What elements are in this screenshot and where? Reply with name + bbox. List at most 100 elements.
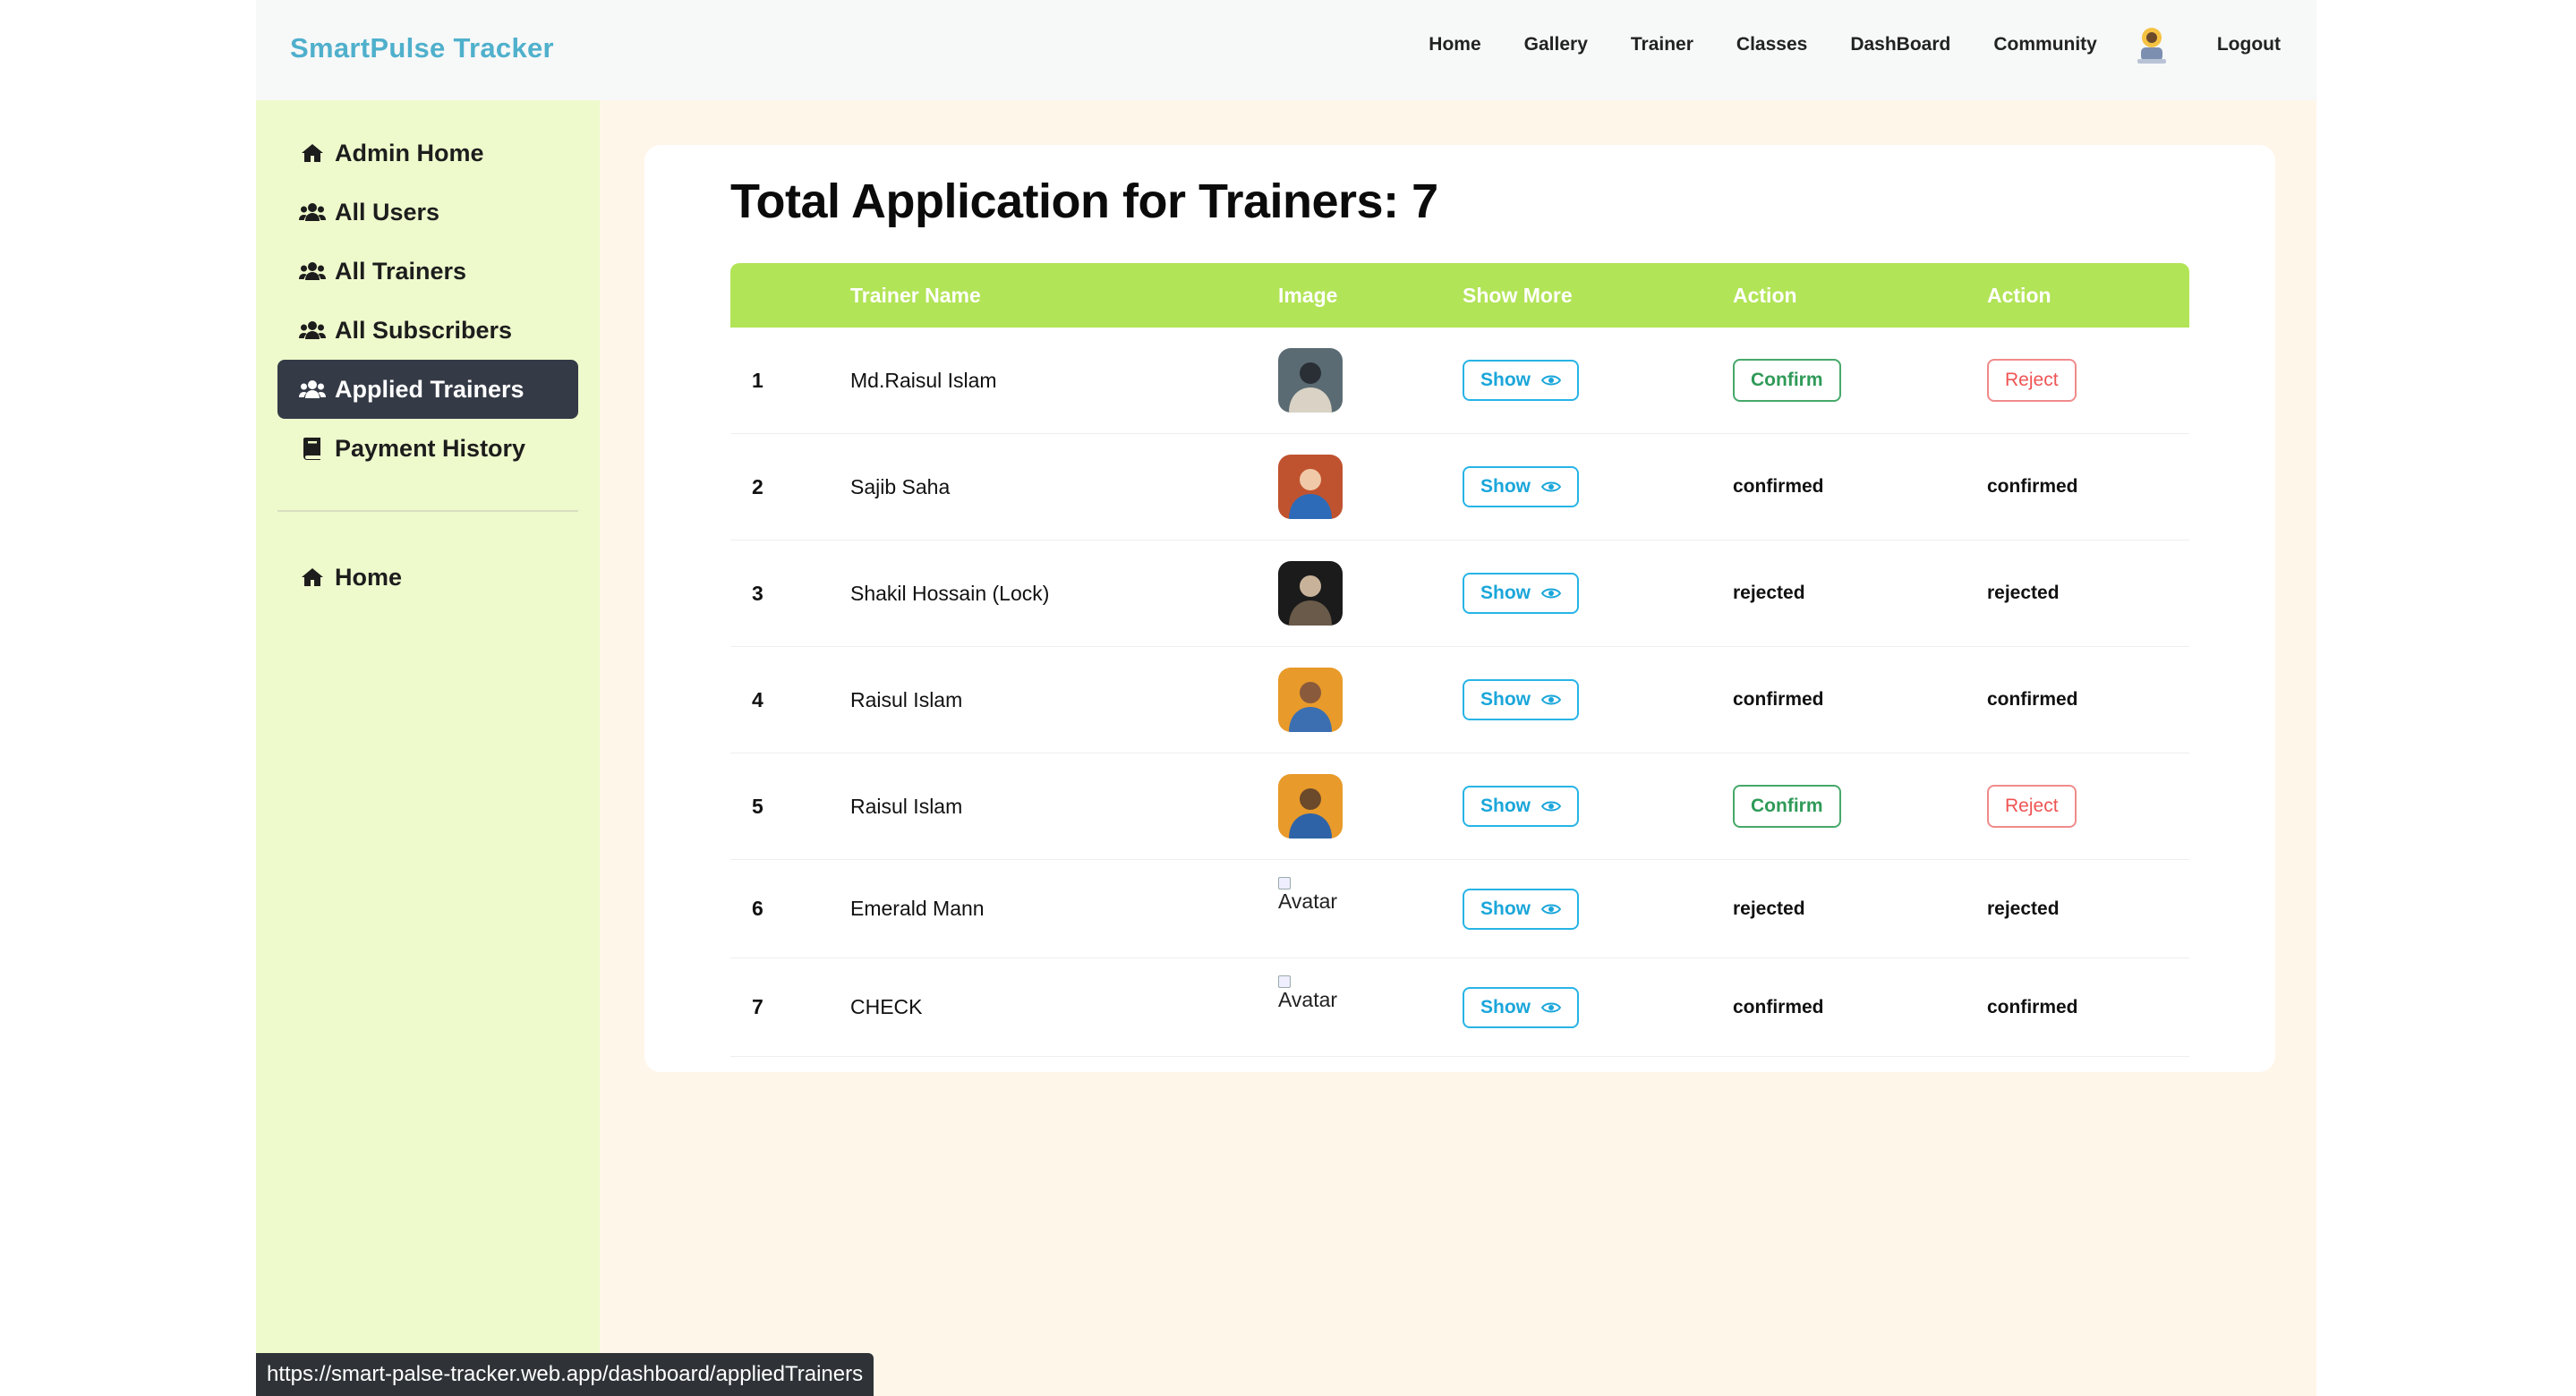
show-more-cell: Show [1463, 328, 1579, 433]
eye-icon [1541, 1001, 1561, 1014]
brand-logo[interactable]: SmartPulse Tracker [290, 32, 554, 64]
book-icon [299, 435, 326, 462]
nav-classes[interactable]: Classes [1736, 34, 1807, 55]
column-header: Action [1987, 284, 2051, 307]
show-button[interactable]: Show [1463, 360, 1579, 401]
status-text: rejected [1733, 898, 1805, 919]
action-cell: rejected [1733, 541, 1805, 646]
reject-button[interactable]: Reject [1987, 785, 2077, 828]
action-cell: rejected [1733, 860, 1805, 958]
show-button[interactable]: Show [1463, 986, 1579, 1028]
column-header: Action [1733, 284, 1797, 307]
status-text: rejected [1987, 583, 2060, 603]
eye-icon [1541, 374, 1561, 387]
logout-button[interactable]: Logout [2217, 34, 2281, 55]
applications-table: Trainer Name Image Show More Action Action 1… [730, 263, 2189, 1057]
broken-avatar-image: Avatar [1278, 975, 1337, 1040]
action-cell: Confirm [1733, 328, 1841, 433]
trainer-name: Shakil Hossain (Lock) [850, 581, 1050, 605]
row-index: 3 [752, 581, 763, 605]
broken-avatar-image: Avatar [1278, 876, 1337, 941]
row-index: 4 [752, 687, 763, 711]
app-frame: SmartPulse Tracker Home Gallery Trainer Cla… [256, 0, 2316, 1396]
table-row: 4 Raisul Islam Show confirmed confirmed [730, 647, 2189, 753]
user-avatar[interactable] [2129, 22, 2174, 67]
action-cell: Confirm [1733, 753, 1841, 859]
status-text: confirmed [1987, 996, 2078, 1017]
action-cell: Reject [1987, 753, 2077, 859]
sidebar-item-payment-history[interactable]: Payment History [277, 419, 578, 478]
column-header: Show More [1463, 284, 1573, 307]
nav-community[interactable]: Community [1993, 34, 2097, 55]
sidebar-item-all-subscribers[interactable]: All Subscribers [277, 301, 578, 360]
row-index: 1 [752, 368, 763, 392]
link-preview-statusbar: https://smart-palse-tracker.web.app/dash… [256, 1353, 874, 1396]
home-icon [299, 140, 326, 166]
nav-trainer[interactable]: Trainer [1631, 34, 1693, 55]
trainer-image-cell [1278, 647, 1343, 753]
trainer-avatar [1278, 561, 1343, 626]
show-button[interactable]: Show [1463, 679, 1579, 720]
status-text: confirmed [1987, 476, 2078, 497]
show-more-cell: Show [1463, 753, 1579, 859]
sidebar-item-label: Payment History [335, 434, 526, 462]
users-icon [299, 317, 326, 344]
status-text: confirmed [1733, 476, 1824, 497]
row-index: 6 [752, 897, 763, 920]
action-cell: confirmed [1733, 434, 1824, 540]
show-button[interactable]: Show [1463, 466, 1579, 507]
trainer-image-cell [1278, 753, 1343, 859]
nav-gallery[interactable]: Gallery [1524, 34, 1588, 55]
users-icon [299, 199, 326, 226]
show-button[interactable]: Show [1463, 786, 1579, 827]
trainer-avatar [1278, 348, 1343, 413]
trainer-name: CHECK [850, 995, 923, 1018]
show-button[interactable]: Show [1463, 888, 1579, 930]
sidebar-item-label: All Trainers [335, 257, 467, 285]
trainer-image-cell [1278, 541, 1343, 646]
sidebar-item-admin-home[interactable]: Admin Home [277, 123, 578, 183]
confirm-button[interactable]: Confirm [1733, 785, 1841, 828]
show-more-cell: Show [1463, 434, 1579, 540]
row-index: 2 [752, 474, 763, 498]
trainer-avatar [1278, 774, 1343, 838]
home-icon [299, 564, 326, 591]
trainer-image-cell [1278, 328, 1343, 433]
sidebar-item-home[interactable]: Home [277, 548, 578, 607]
sidebar-item-applied-trainers[interactable]: Applied Trainers [277, 360, 578, 419]
table-header: Trainer Name Image Show More Action Action [730, 263, 2189, 328]
reject-button[interactable]: Reject [1987, 359, 2077, 402]
trainer-avatar [1278, 668, 1343, 732]
show-button[interactable]: Show [1463, 573, 1579, 614]
eye-icon [1541, 800, 1561, 813]
broken-image-icon [1278, 876, 1291, 890]
trainer-avatar [1278, 455, 1343, 519]
nav-home[interactable]: Home [1429, 34, 1480, 55]
sidebar-item-all-users[interactable]: All Users [277, 183, 578, 242]
table-body: 1 Md.Raisul Islam Show Confirm Reject 2 Sajib … [730, 328, 2189, 1057]
action-cell: confirmed [1987, 434, 2078, 540]
trainer-name: Emerald Mann [850, 897, 985, 920]
trainer-image-cell [1278, 434, 1343, 540]
action-cell: Reject [1987, 328, 2077, 433]
show-more-cell: Show [1463, 541, 1579, 646]
column-header: Trainer Name [850, 284, 981, 307]
trainer-name: Sajib Saha [850, 474, 951, 498]
trainer-name: Raisul Islam [850, 794, 963, 818]
sidebar-item-all-trainers[interactable]: All Trainers [277, 242, 578, 301]
action-cell: rejected [1987, 860, 2060, 958]
nav-dashboard[interactable]: DashBoard [1850, 34, 1950, 55]
page-title: Total Application for Trainers: 7 [730, 174, 1438, 228]
sidebar: Admin Home All Users All Trainers All Subsc… [256, 100, 600, 1396]
eye-icon [1541, 903, 1561, 915]
show-more-cell: Show [1463, 860, 1579, 958]
table-row: 5 Raisul Islam Show Confirm Reject [730, 753, 2189, 860]
users-icon [299, 376, 326, 403]
column-header: Image [1278, 284, 1338, 307]
show-more-cell: Show [1463, 958, 1579, 1056]
status-text: confirmed [1987, 689, 2078, 710]
sidebar-divider [277, 510, 578, 512]
confirm-button[interactable]: Confirm [1733, 359, 1841, 402]
sidebar-item-label: Admin Home [335, 139, 484, 166]
action-cell: confirmed [1733, 647, 1824, 753]
